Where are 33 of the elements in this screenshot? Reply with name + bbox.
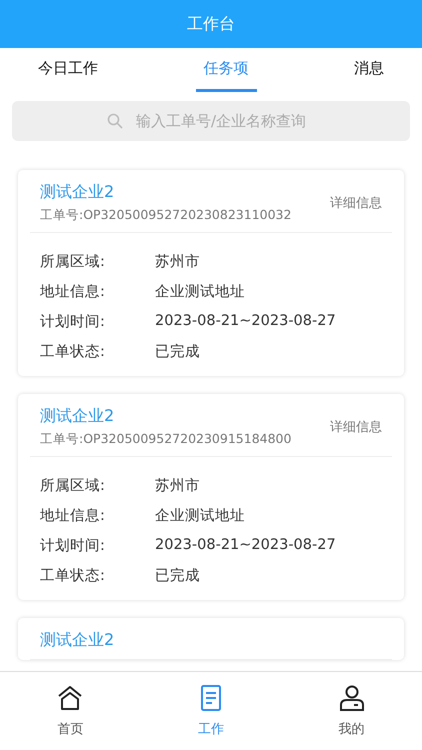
home-icon <box>56 684 84 712</box>
user-icon <box>338 684 366 712</box>
nav-item[interactable]: 首页 <box>0 672 141 750</box>
company-name: 测试企业2 <box>40 406 116 427</box>
search-field[interactable]: 输入工单号/企业名称查询 <box>12 101 410 141</box>
tab[interactable]: 消息 <box>346 48 392 92</box>
field-value: 已完成 <box>155 342 200 360</box>
field-value: 已完成 <box>155 566 200 584</box>
field-label: 地址信息: <box>40 282 106 300</box>
field-value: 2023-08-21~2023-08-27 <box>155 313 336 329</box>
field-label: 所属区域: <box>40 252 106 270</box>
tab[interactable]: 今日工作 <box>30 48 106 92</box>
field-value: 2023-08-21~2023-08-27 <box>155 537 336 553</box>
field-value: 苏州市 <box>155 476 200 494</box>
page-title: 工作台 <box>187 14 235 34</box>
field-value: 企业测试地址 <box>155 506 245 524</box>
nav-item[interactable]: 我的 <box>281 672 422 750</box>
company-name: 测试企业2 <box>40 630 114 651</box>
field-label: 计划时间: <box>40 312 106 330</box>
company-name: 测试企业2 <box>40 182 116 203</box>
field-label: 计划时间: <box>40 536 106 554</box>
field-label: 所属区域: <box>40 476 106 494</box>
detail-link[interactable]: 详细信息 <box>330 194 382 212</box>
detail-link[interactable]: 详细信息 <box>330 418 382 436</box>
field-label: 工单状态: <box>40 566 106 584</box>
field-label: 工单状态: <box>40 342 106 360</box>
field-label: 地址信息: <box>40 506 106 524</box>
field-value: 企业测试地址 <box>155 282 245 300</box>
field-value: 苏州市 <box>155 252 200 270</box>
task-card[interactable]: 测试企业2 工单号:OP320500952720230823110032 详细信息 所属区域: 苏州市 地址信息: 企业测试地址 计划时间: 2023-08-21~2023-08-27 工单状态: 已完成 <box>18 170 404 376</box>
order-number: 工单号:OP320500952720230823110032 <box>40 207 292 224</box>
task-card[interactable]: 测试企业2 工单号:OP320500952720230915184800 详细信息 所属区域: 苏州市 地址信息: 企业测试地址 计划时间: 2023-08-21~2023-08-27 工单状态: 已完成 <box>18 394 404 600</box>
order-number: 工单号:OP320500952720230915184800 <box>40 431 292 448</box>
